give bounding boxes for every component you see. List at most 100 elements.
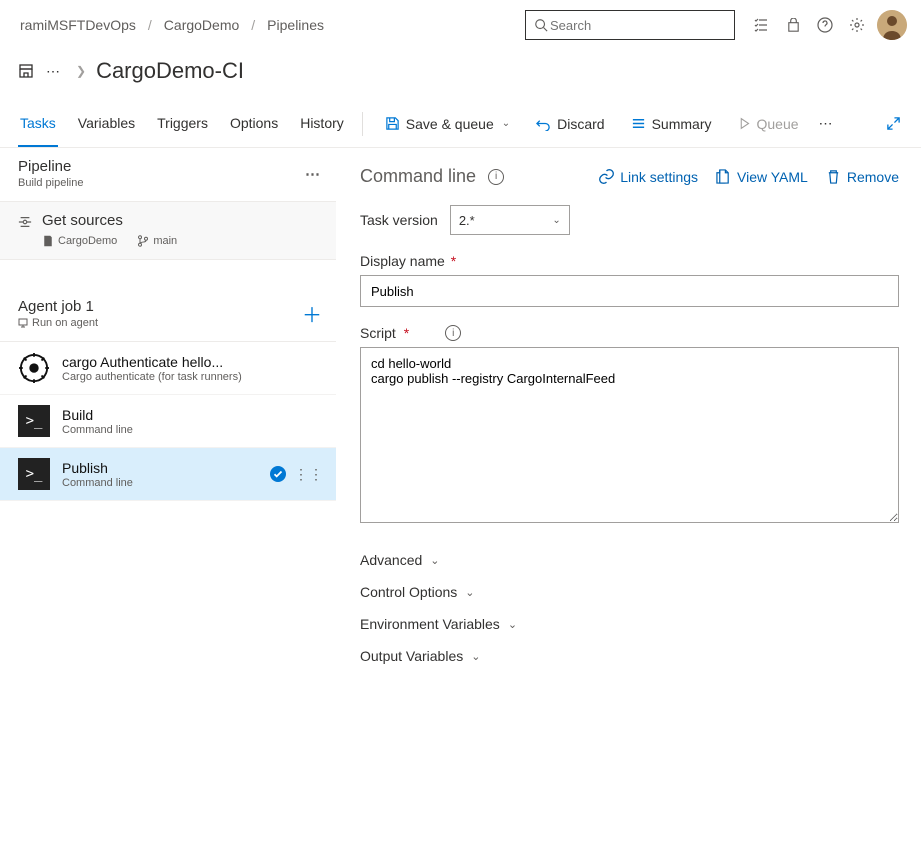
discard-label: Discard — [557, 116, 604, 132]
get-sources-title: Get sources — [42, 212, 322, 229]
search-box[interactable] — [525, 10, 735, 40]
top-bar: ramiMSFTDevOps / CargoDemo / Pipelines — [0, 0, 921, 44]
check-icon — [270, 466, 286, 482]
pipeline-block[interactable]: Pipeline Build pipeline ⋯ — [0, 148, 336, 202]
task-title: cargo Authenticate hello... — [62, 354, 324, 370]
summary-label: Summary — [652, 116, 712, 132]
help-icon[interactable] — [809, 9, 841, 41]
view-yaml-button[interactable]: View YAML — [716, 169, 808, 185]
info-icon[interactable]: i — [445, 325, 461, 341]
discard-button[interactable]: Discard — [530, 112, 610, 136]
sources-icon — [18, 215, 32, 229]
info-icon[interactable]: i — [488, 169, 504, 185]
required-marker: * — [451, 253, 456, 269]
tab-history[interactable]: History — [298, 100, 346, 147]
chevron-right-icon: ❯ — [66, 64, 96, 78]
drag-handle-icon[interactable]: ⋮⋮ — [294, 471, 324, 477]
queue-label: Queue — [757, 116, 799, 132]
tasks-icon[interactable] — [745, 9, 777, 41]
chevron-down-icon: ⌄ — [552, 215, 560, 226]
shopping-bag-icon[interactable] — [777, 9, 809, 41]
agent-job-block[interactable]: Agent job 1 Run on agent ＋ — [0, 288, 336, 342]
breadcrumb-sep: / — [138, 17, 162, 33]
agent-job-title: Agent job 1 — [18, 298, 302, 315]
breadcrumb-project[interactable]: CargoDemo — [162, 15, 241, 35]
toolbar-divider — [362, 112, 363, 136]
toolbar-more[interactable]: ⋯ — [813, 111, 839, 136]
search-icon — [534, 18, 548, 32]
save-and-queue-button[interactable]: Save & queue ⌄ — [379, 112, 516, 136]
section-env-vars[interactable]: Environment Variables ⌄ — [360, 608, 899, 640]
section-advanced[interactable]: Advanced ⌄ — [360, 544, 899, 576]
display-name-input[interactable] — [360, 275, 899, 307]
task-cargo-authenticate[interactable]: cargo Authenticate hello... Cargo authen… — [0, 342, 336, 395]
list-icon — [631, 116, 646, 131]
branch-icon — [137, 235, 149, 247]
section-control-options[interactable]: Control Options ⌄ — [360, 576, 899, 608]
expand-icon[interactable] — [880, 112, 907, 135]
toolbar: Tasks Variables Triggers Options History… — [0, 100, 921, 148]
queue-button: Queue — [732, 112, 805, 136]
pipeline-block-title: Pipeline — [18, 158, 305, 175]
settings-icon[interactable] — [841, 9, 873, 41]
task-subtitle: Cargo authenticate (for task runners) — [62, 371, 324, 383]
cmd-icon: >_ — [18, 405, 50, 437]
search-input[interactable] — [548, 17, 728, 34]
task-build[interactable]: >_ Build Command line — [0, 395, 336, 448]
breadcrumb-section[interactable]: Pipelines — [265, 15, 326, 35]
chevron-down-icon: ⌄ — [471, 650, 480, 663]
section-label: Advanced — [360, 552, 422, 568]
tabs: Tasks Variables Triggers Options History — [18, 100, 346, 147]
get-sources-block[interactable]: Get sources CargoDemo — [0, 202, 336, 260]
script-textarea[interactable] — [360, 347, 899, 523]
breadcrumb-org[interactable]: ramiMSFTDevOps — [18, 15, 138, 35]
script-label: Script — [360, 325, 396, 341]
task-subtitle: Command line — [62, 424, 324, 436]
user-avatar[interactable] — [877, 10, 907, 40]
task-subtitle: Command line — [62, 477, 270, 489]
pipeline-block-subtitle: Build pipeline — [18, 177, 305, 189]
chevron-down-icon: ⌄ — [502, 118, 510, 129]
undo-icon — [536, 116, 551, 131]
play-icon — [738, 117, 751, 130]
page-title: CargoDemo-CI — [96, 58, 244, 84]
repo-icon — [42, 235, 54, 247]
branch-name: main — [153, 235, 177, 247]
add-task-button[interactable]: ＋ — [302, 299, 322, 328]
rust-icon — [18, 352, 50, 384]
section-label: Output Variables — [360, 648, 463, 664]
tab-variables[interactable]: Variables — [76, 100, 137, 147]
section-output-vars[interactable]: Output Variables ⌄ — [360, 640, 899, 672]
view-yaml-label: View YAML — [737, 169, 808, 185]
tab-triggers[interactable]: Triggers — [155, 100, 210, 147]
task-title: Build — [62, 407, 324, 423]
breadcrumb-sep: / — [241, 17, 265, 33]
remove-label: Remove — [847, 169, 899, 185]
title-breadcrumb-more[interactable]: ⋯ — [40, 63, 66, 80]
link-settings-label: Link settings — [620, 169, 698, 185]
agent-icon — [18, 318, 28, 328]
task-title: Publish — [62, 460, 270, 476]
remove-button[interactable]: Remove — [826, 169, 899, 185]
tab-options[interactable]: Options — [228, 100, 280, 147]
main-content: Pipeline Build pipeline ⋯ Get sources — [0, 148, 921, 692]
cmd-icon: >_ — [18, 458, 50, 490]
detail-title: Command line — [360, 166, 476, 187]
task-version-value: 2.* — [459, 213, 475, 228]
task-publish[interactable]: >_ Publish Command line ⋮⋮ — [0, 448, 336, 501]
task-version-select[interactable]: 2.* ⌄ — [450, 205, 570, 235]
tab-tasks[interactable]: Tasks — [18, 100, 58, 147]
repo-name: CargoDemo — [58, 235, 117, 247]
link-settings-button[interactable]: Link settings — [599, 169, 698, 185]
section-label: Environment Variables — [360, 616, 500, 632]
chevron-down-icon: ⌄ — [508, 618, 517, 631]
task-detail-panel: Command line i Link settings View YAML R… — [336, 148, 921, 692]
section-label: Control Options — [360, 584, 457, 600]
summary-button[interactable]: Summary — [625, 112, 718, 136]
agent-job-subtitle: Run on agent — [32, 317, 98, 329]
task-version-label: Task version — [360, 212, 438, 228]
display-name-label: Display name — [360, 253, 445, 269]
save-icon — [385, 116, 400, 131]
pipeline-more-button[interactable]: ⋯ — [305, 165, 322, 183]
pipeline-tree: Pipeline Build pipeline ⋯ Get sources — [0, 148, 336, 692]
